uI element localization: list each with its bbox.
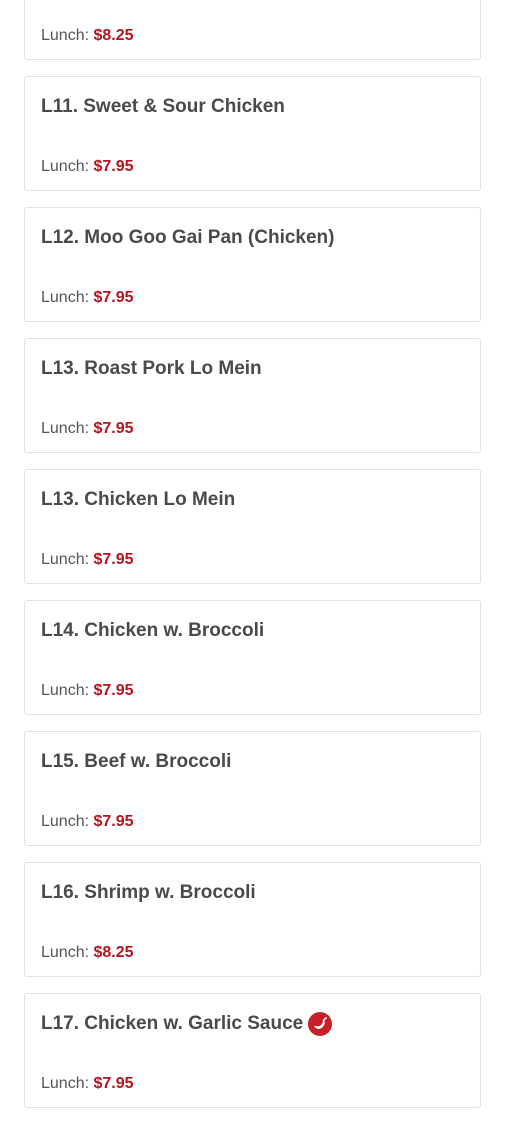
menu-item-name: L12. Moo Goo Gai Pan (Chicken)	[41, 227, 335, 248]
menu-item-price-line: Lunch: $7.95	[41, 550, 134, 570]
menu-item-title: L13. Chicken Lo Mein	[41, 488, 464, 512]
menu-item-price: $7.95	[93, 1075, 134, 1092]
menu-item-name: L11. Sweet & Sour Chicken	[41, 96, 285, 117]
menu-item-title: L12. Moo Goo Gai Pan (Chicken)	[41, 226, 464, 250]
menu-item-name: L16. Shrimp w. Broccoli	[41, 882, 256, 903]
menu-item-price: $7.95	[93, 289, 134, 306]
menu-item-price: $7.95	[93, 158, 134, 175]
menu-item-name: L17. Chicken w. Garlic Sauce	[41, 1013, 304, 1034]
menu-item-card[interactable]: L13. Chicken Lo Mein Lunch: $7.95	[24, 469, 481, 584]
menu-item-price-line: Lunch: $7.95	[41, 419, 134, 439]
menu-item-price-line: Lunch: $8.25	[41, 943, 134, 963]
menu-item-name: L13. Chicken Lo Mein	[41, 489, 236, 510]
menu-item-name: L13. Roast Pork Lo Mein	[41, 358, 262, 379]
menu-item-title: L16. Shrimp w. Broccoli	[41, 881, 464, 905]
menu-item-title: L14. Chicken w. Broccoli	[41, 619, 464, 643]
menu-item-card[interactable]: L12. Moo Goo Gai Pan (Chicken) Lunch: $7…	[24, 207, 481, 322]
menu-item-title: L15. Beef w. Broccoli	[41, 750, 464, 774]
menu-item-price: $8.25	[93, 944, 134, 961]
price-label: Lunch:	[41, 813, 90, 830]
menu-item-title: L13. Roast Pork Lo Mein	[41, 357, 464, 381]
price-label: Lunch:	[41, 944, 90, 961]
price-label: Lunch:	[41, 158, 90, 175]
menu-item-card[interactable]: L17. Chicken w. Garlic Sauce Lunch: $7.9…	[24, 993, 481, 1108]
menu-item-price: $7.95	[93, 551, 134, 568]
menu-item-card[interactable]: L15. Beef w. Broccoli Lunch: $7.95	[24, 731, 481, 846]
menu-item-card[interactable]: L14. Chicken w. Broccoli Lunch: $7.95	[24, 600, 481, 715]
price-label: Lunch:	[41, 1075, 90, 1092]
menu-item-price-line: Lunch: $8.25	[41, 26, 134, 46]
price-label: Lunch:	[41, 289, 90, 306]
menu-item-price: $7.95	[93, 420, 134, 437]
menu-item-card[interactable]: Lunch: $8.25	[24, 0, 481, 60]
price-label: Lunch:	[41, 420, 90, 437]
menu-item-price-line: Lunch: $7.95	[41, 157, 134, 177]
price-label: Lunch:	[41, 551, 90, 568]
menu-item-price: $7.95	[93, 682, 134, 699]
menu-item-price-line: Lunch: $7.95	[41, 1074, 134, 1094]
menu-item-price-line: Lunch: $7.95	[41, 681, 134, 701]
menu-item-price-line: Lunch: $7.95	[41, 812, 134, 832]
chili-pepper-icon	[308, 1012, 333, 1036]
menu-item-price: $7.95	[93, 813, 134, 830]
menu-item-name: L15. Beef w. Broccoli	[41, 751, 232, 772]
price-label: Lunch:	[41, 682, 90, 699]
menu-item-title: L17. Chicken w. Garlic Sauce	[41, 1012, 464, 1036]
menu-item-list: Lunch: $8.25 L11. Sweet & Sour Chicken L…	[24, 0, 481, 1124]
menu-item-card[interactable]: L16. Shrimp w. Broccoli Lunch: $8.25	[24, 862, 481, 977]
menu-item-name: L14. Chicken w. Broccoli	[41, 620, 265, 641]
menu-item-card[interactable]: L13. Roast Pork Lo Mein Lunch: $7.95	[24, 338, 481, 453]
menu-item-title: L11. Sweet & Sour Chicken	[41, 95, 464, 119]
menu-item-price: $8.25	[93, 27, 134, 44]
menu-item-price-line: Lunch: $7.95	[41, 288, 134, 308]
price-label: Lunch:	[41, 27, 90, 44]
menu-item-card[interactable]: L11. Sweet & Sour Chicken Lunch: $7.95	[24, 76, 481, 191]
